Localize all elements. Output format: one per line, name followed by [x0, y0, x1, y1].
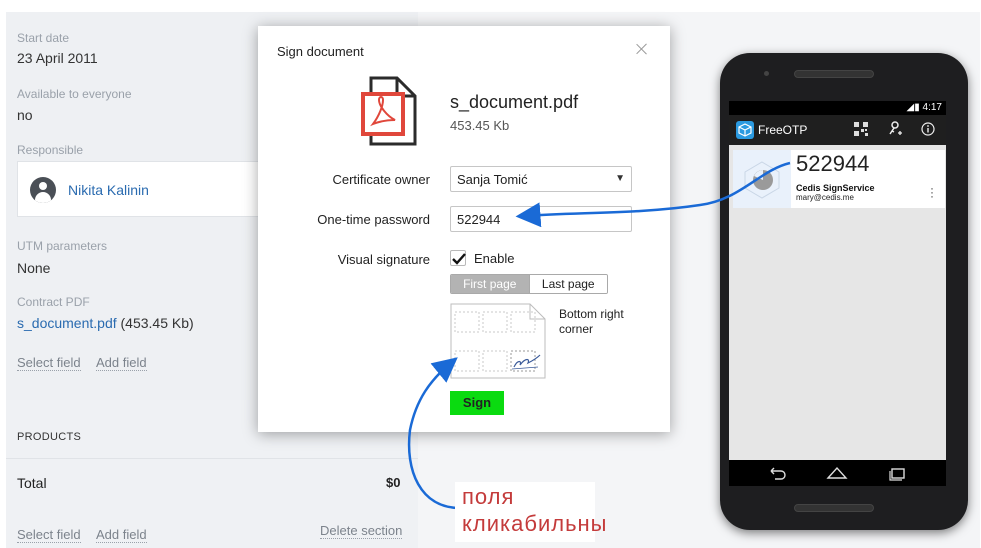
page-selector: First page Last page: [450, 274, 608, 294]
delete-section-link[interactable]: Delete section: [320, 523, 403, 539]
annotation-text: поля кликабильны: [462, 483, 608, 537]
otp-account: mary@cedis.me: [796, 193, 854, 202]
phone-speaker: [794, 70, 874, 78]
utm-label: UTM parameters: [17, 239, 108, 253]
home-icon[interactable]: [825, 464, 849, 482]
phone-mockup: ◢▮ 4:17 FreeOTP 522944 Cedis SignService…: [720, 53, 968, 530]
screenshot-stage: Start date 23 April 2011 Available to ev…: [0, 0, 981, 548]
contract-file-link[interactable]: s_document.pdf: [17, 315, 117, 331]
enable-checkbox[interactable]: [450, 250, 466, 266]
phone-screen: ◢▮ 4:17 FreeOTP 522944 Cedis SignService…: [729, 101, 946, 486]
app-title: FreeOTP: [758, 123, 808, 137]
file-name: s_document.pdf: [450, 92, 579, 112]
otp-input[interactable]: 522944: [450, 206, 632, 232]
otp-issuer: Cedis SignService: [796, 183, 875, 193]
annotation-line-2: кликабильны: [462, 511, 608, 536]
qr-code-icon[interactable]: [853, 121, 869, 137]
responsible-label: Responsible: [17, 143, 84, 157]
checkmark-icon: [452, 253, 466, 265]
signal-icon: ◢▮: [906, 102, 923, 113]
signature-position-picker[interactable]: [450, 303, 546, 379]
otp-code: 522944: [796, 151, 870, 176]
recents-icon[interactable]: [885, 464, 909, 482]
token-timer-icon: [733, 150, 791, 208]
file-size: 453.45 Kb: [450, 118, 510, 133]
start-date-value: 23 April 2011: [17, 50, 98, 66]
pdf-file-icon: [361, 76, 417, 146]
first-page-option[interactable]: First page: [451, 275, 529, 293]
utm-value: None: [17, 260, 51, 276]
status-time: 4:17: [922, 102, 942, 113]
total-value: $0: [386, 475, 401, 490]
available-label: Available to everyone: [17, 87, 132, 101]
otp-label: One-time password: [317, 212, 430, 227]
sign-document-dialog: Sign document s_document.pdf 453.45 Kb C…: [258, 26, 670, 432]
close-icon[interactable]: [635, 42, 649, 56]
android-nav-bar: [729, 460, 946, 486]
contract-file-size: (453.45 Kb): [116, 315, 194, 331]
info-icon[interactable]: [920, 121, 936, 137]
more-vert-icon[interactable]: · · ·: [930, 182, 934, 202]
visual-signature-label: Visual signature: [337, 252, 430, 267]
dialog-title: Sign document: [277, 44, 364, 59]
otp-token-card[interactable]: 522944 Cedis SignService mary@cedis.me ·…: [733, 150, 945, 208]
signature-position-label: Bottom right corner: [559, 307, 624, 336]
select-field-link-products[interactable]: Select field: [17, 527, 81, 543]
select-field-link[interactable]: Select field: [17, 355, 81, 371]
sign-button[interactable]: Sign: [450, 391, 504, 415]
certificate-owner-value: Sanja Tomić: [457, 172, 528, 187]
add-field-link-products[interactable]: Add field: [96, 527, 147, 543]
freeotp-app-bar: FreeOTP: [729, 115, 946, 145]
contract-value: s_document.pdf (453.45 Kb): [17, 315, 194, 331]
contract-label: Contract PDF: [17, 295, 90, 309]
products-heading: PRODUCTS: [17, 431, 82, 443]
enable-label: Enable: [474, 251, 515, 266]
total-label: Total: [17, 475, 47, 491]
add-field-link[interactable]: Add field: [96, 355, 147, 371]
start-date-label: Start date: [17, 31, 70, 45]
annotation-line-1: поля: [462, 484, 515, 509]
freeotp-logo-icon: [736, 121, 754, 139]
certificate-owner-select[interactable]: Sanja Tomić ▼: [450, 166, 632, 192]
dropdown-caret-icon: ▼: [615, 173, 625, 184]
back-icon[interactable]: [765, 464, 789, 482]
certificate-owner-label: Certificate owner: [332, 172, 430, 187]
responsible-name[interactable]: Nikita Kalinin: [68, 182, 149, 198]
phone-speaker-bottom: [794, 504, 874, 512]
last-page-option[interactable]: Last page: [528, 275, 607, 293]
products-divider: [6, 458, 418, 459]
user-avatar-icon: [30, 177, 56, 203]
available-value: no: [17, 107, 33, 123]
add-key-icon[interactable]: [887, 121, 903, 137]
phone-camera: [764, 71, 769, 76]
phone-status-bar: ◢▮ 4:17: [729, 101, 946, 115]
